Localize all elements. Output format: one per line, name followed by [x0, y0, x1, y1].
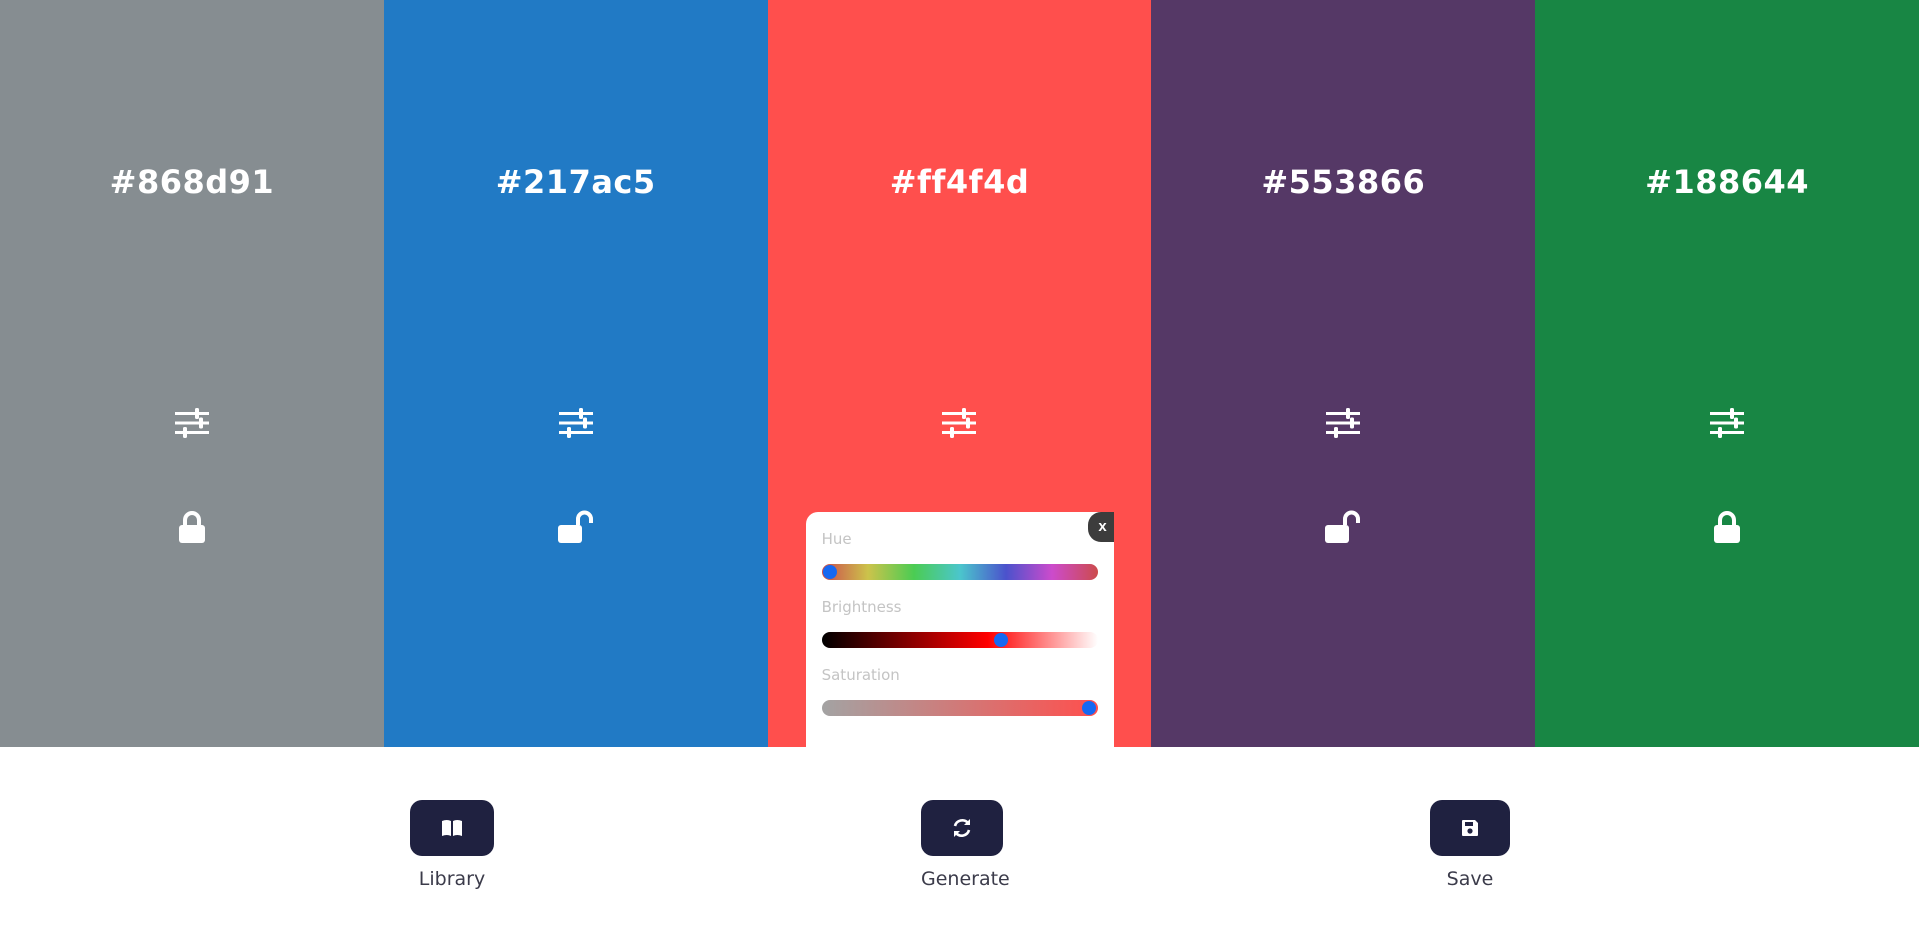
- close-panel-button[interactable]: x: [1087, 512, 1114, 542]
- brightness-label: Brightness: [821, 598, 902, 616]
- lock-open-icon: [557, 510, 593, 543]
- refresh-icon: [953, 819, 971, 837]
- color-swatch: #ff4f4d x Hue Brightness Saturation: [767, 0, 1152, 747]
- generate-button[interactable]: [921, 800, 1003, 856]
- color-swatch: #217ac5: [383, 0, 768, 747]
- color-swatch: #188644: [1535, 0, 1919, 747]
- brightness-slider[interactable]: [821, 632, 1098, 648]
- hex-label[interactable]: #868d91: [0, 163, 384, 201]
- color-swatch: #868d91: [0, 0, 384, 747]
- lock-closed-icon: [1714, 511, 1741, 543]
- saturation-slider[interactable]: [821, 700, 1098, 716]
- brightness-slider-thumb[interactable]: [993, 633, 1008, 647]
- hue-label: Hue: [821, 530, 852, 548]
- adjust-button[interactable]: [1323, 403, 1363, 443]
- library-label: Library: [418, 868, 486, 890]
- generate-tool: Generate: [921, 800, 1010, 890]
- adjust-button[interactable]: [1707, 403, 1747, 443]
- hex-label[interactable]: #ff4f4d: [768, 163, 1152, 201]
- hex-label[interactable]: #217ac5: [384, 163, 768, 201]
- book-icon: [442, 820, 462, 836]
- bottom-toolbar: Library Generate Save: [0, 747, 1919, 935]
- saturation-slider-thumb[interactable]: [1082, 701, 1097, 715]
- sliders-icon: [942, 408, 977, 438]
- lock-button[interactable]: [556, 507, 596, 547]
- hex-label[interactable]: #188644: [1535, 163, 1919, 201]
- sliders-icon: [174, 408, 209, 438]
- lock-closed-icon: [178, 511, 205, 543]
- floppy-disk-icon: [1462, 820, 1478, 836]
- lock-button[interactable]: [1707, 507, 1747, 547]
- saturation-label: Saturation: [821, 666, 900, 684]
- library-button[interactable]: [410, 800, 494, 856]
- adjust-button[interactable]: [939, 403, 979, 443]
- lock-open-icon: [1325, 510, 1361, 543]
- lock-button[interactable]: [172, 507, 212, 547]
- library-tool: Library: [410, 800, 494, 890]
- palette: #868d91 #217ac5 #ff4f4d x Hue Brightness…: [0, 0, 1919, 747]
- sliders-icon: [1326, 408, 1361, 438]
- save-button[interactable]: [1430, 800, 1510, 856]
- lock-button[interactable]: [1323, 507, 1363, 547]
- hex-label[interactable]: #553866: [1151, 163, 1535, 201]
- color-adjust-panel: x Hue Brightness Saturation: [805, 512, 1114, 747]
- hue-slider[interactable]: [821, 564, 1098, 580]
- hue-slider-thumb[interactable]: [822, 565, 837, 579]
- generate-label: Generate: [921, 868, 1010, 890]
- sliders-icon: [558, 408, 593, 438]
- save-tool: Save: [1430, 800, 1510, 890]
- sliders-icon: [1710, 408, 1745, 438]
- adjust-button[interactable]: [172, 403, 212, 443]
- adjust-button[interactable]: [556, 403, 596, 443]
- save-label: Save: [1446, 868, 1494, 890]
- color-swatch: #553866: [1151, 0, 1536, 747]
